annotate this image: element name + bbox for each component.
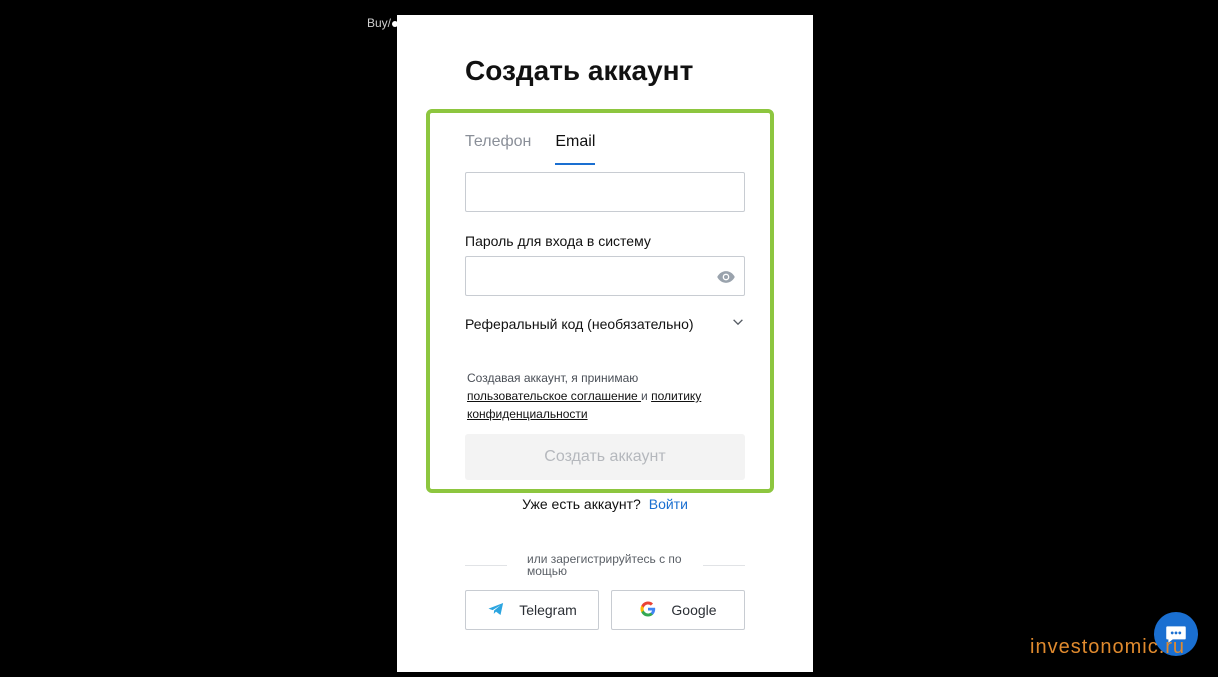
telegram-label: Telegram [519,602,577,618]
eye-icon[interactable] [716,267,736,287]
background-breadcrumb: Buy/ [367,16,399,30]
signup-modal: Создать аккаунт Телефон Email Пароль для… [397,15,813,672]
have-account-row: Уже есть аккаунт? Войти [397,496,813,512]
have-account-text: Уже есть аккаунт? [522,496,641,512]
divider-right [703,565,745,566]
email-field[interactable] [465,172,745,212]
watermark: investonomic.ru [1030,636,1186,658]
signup-method-tabs: Телефон Email [465,133,596,165]
agreement-conjunction: и [641,389,648,403]
privacy-policy-link-cont[interactable]: конфиденциальности [467,407,588,421]
password-label: Пароль для входа в систему [465,233,651,249]
google-label: Google [671,602,717,618]
tab-phone[interactable]: Телефон [465,133,531,165]
telegram-button[interactable]: Telegram [465,590,599,630]
user-agreement-link[interactable]: пользовательское соглашение [467,389,641,403]
login-link[interactable]: Войти [649,496,688,512]
referral-label: Реферальный код (необязательно) [465,315,694,332]
or-register-text: или зарегистрируйтесь с помощью [527,552,682,578]
chevron-down-icon [731,315,745,332]
agreement-prefix: Создавая аккаунт, я принимаю [467,371,639,385]
google-icon [639,600,657,621]
google-button[interactable]: Google [611,590,745,630]
tab-email[interactable]: Email [555,133,596,165]
privacy-policy-link[interactable]: политику [651,389,701,403]
referral-code-toggle[interactable]: Реферальный код (необязательно) [465,315,745,332]
password-field[interactable] [465,256,745,296]
background-breadcrumb-text: Buy/ [367,16,392,30]
create-account-button[interactable]: Создать аккаунт [465,434,745,480]
divider-left [465,565,507,566]
telegram-icon [487,600,505,621]
agreement-text: Создавая аккаунт, я принимаю пользовател… [467,369,743,423]
page-title: Создать аккаунт [465,55,694,86]
